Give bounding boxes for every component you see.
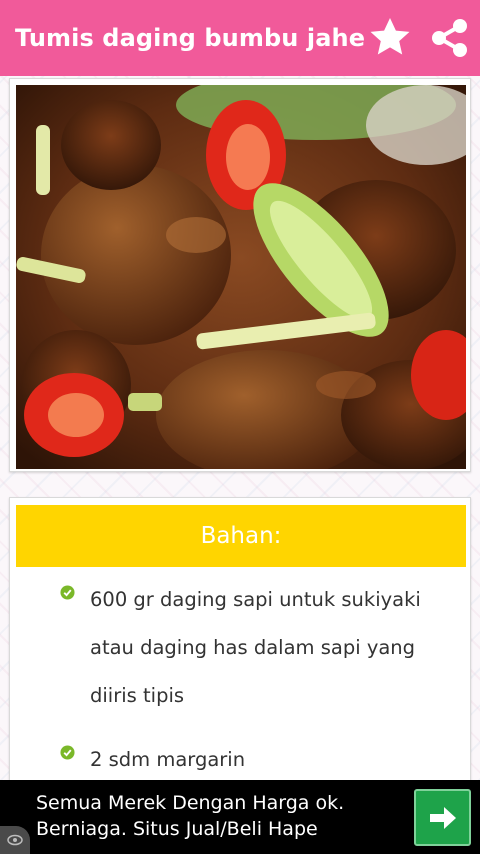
arrow-right-icon [429, 806, 456, 829]
check-circle-icon [60, 745, 75, 760]
share-icon [432, 19, 467, 57]
list-item: 2 sdm margarin [10, 736, 470, 784]
page-title: Tumis daging bumbu jahe [15, 24, 366, 52]
favorite-button[interactable] [366, 14, 414, 62]
ingredients-header: Bahan: [16, 505, 466, 567]
ad-headline[interactable]: Semua Merek Dengan Harga ok. [36, 792, 344, 814]
ad-open-button[interactable] [414, 789, 471, 846]
ingredients-card: Bahan: 600 gr daging sapi untuk sukiyaki… [9, 497, 471, 797]
ingredients-header-label: Bahan: [200, 523, 282, 549]
star-icon [370, 18, 410, 55]
ingredient-text: 600 gr daging sapi untuk sukiyaki atau d… [90, 588, 421, 707]
check-circle-icon [60, 585, 75, 600]
ingredients-list: 600 gr daging sapi untuk sukiyaki atau d… [10, 576, 470, 796]
share-button[interactable] [428, 16, 472, 60]
ingredient-text: 2 sdm margarin [90, 748, 246, 771]
app-bar: Tumis daging bumbu jahe [0, 0, 480, 76]
list-item: 600 gr daging sapi untuk sukiyaki atau d… [10, 576, 470, 720]
ad-choices-icon[interactable] [0, 826, 30, 854]
food-photo [16, 85, 466, 469]
ad-subline[interactable]: Berniaga. Situs Jual/Beli Hape [36, 818, 318, 840]
ad-banner[interactable]: Semua Merek Dengan Harga ok. Berniaga. S… [0, 780, 480, 854]
recipe-photo-card [9, 78, 471, 472]
